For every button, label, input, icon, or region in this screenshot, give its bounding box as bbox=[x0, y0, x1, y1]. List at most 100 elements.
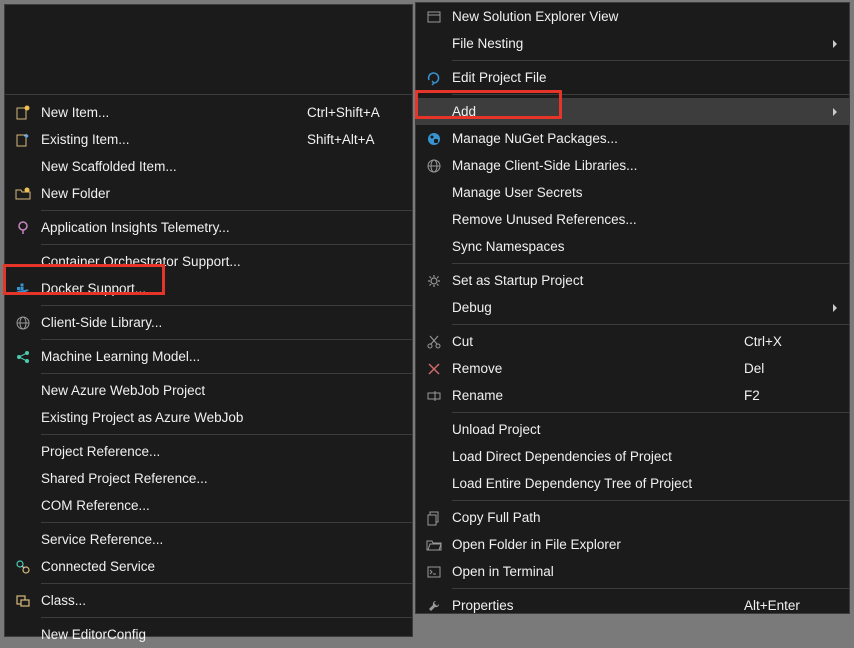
menu-item-new-item[interactable]: New Item...Ctrl+Shift+A bbox=[5, 99, 412, 126]
menu-item-com-ref[interactable]: COM Reference... bbox=[5, 492, 412, 519]
menu-item-docker-support[interactable]: Docker Support... bbox=[5, 275, 412, 302]
menu-item-label: Manage Client-Side Libraries... bbox=[452, 158, 744, 173]
menu-item-label: Client-Side Library... bbox=[41, 315, 307, 330]
menu-item-unload-project[interactable]: Unload Project bbox=[416, 416, 849, 443]
menu-item-add[interactable]: Add bbox=[416, 98, 849, 125]
menu-item-client-side-lib[interactable]: Client-Side Library... bbox=[5, 309, 412, 336]
menu-item-container-orch[interactable]: Container Orchestrator Support... bbox=[5, 248, 412, 275]
copy-icon bbox=[416, 510, 452, 526]
menu-item-connected-service[interactable]: Connected Service bbox=[5, 553, 412, 580]
menu-separator bbox=[41, 583, 412, 584]
menu-item-label: Existing Project as Azure WebJob bbox=[41, 410, 307, 425]
ml-icon bbox=[5, 349, 41, 365]
menu-item-remove-unused[interactable]: Remove Unused References... bbox=[416, 206, 849, 233]
globe-icon bbox=[416, 158, 452, 174]
menu-item-open-terminal[interactable]: Open in Terminal bbox=[416, 558, 849, 585]
menu-item-load-entire-deps[interactable]: Load Entire Dependency Tree of Project bbox=[416, 470, 849, 497]
menu-item-label: Remove Unused References... bbox=[452, 212, 744, 227]
menu-item-label: Manage User Secrets bbox=[452, 185, 744, 200]
menu-item-app-insights[interactable]: Application Insights Telemetry... bbox=[5, 214, 412, 241]
menu-item-label: New EditorConfig bbox=[41, 627, 307, 642]
menu-item-open-folder[interactable]: Open Folder in File Explorer bbox=[416, 531, 849, 558]
menu-separator bbox=[41, 434, 412, 435]
menu-item-label: Edit Project File bbox=[452, 70, 744, 85]
menu-item-existing-azure-webjob[interactable]: Existing Project as Azure WebJob bbox=[5, 404, 412, 431]
menu-item-label: Copy Full Path bbox=[452, 510, 744, 525]
menu-item-label: Load Direct Dependencies of Project bbox=[452, 449, 744, 464]
menu-item-rename[interactable]: RenameF2 bbox=[416, 382, 849, 409]
menu-item-label: Machine Learning Model... bbox=[41, 349, 307, 364]
menu-item-label: Shared Project Reference... bbox=[41, 471, 307, 486]
submenu-arrow-icon bbox=[829, 303, 849, 313]
connected-icon bbox=[5, 559, 41, 575]
menu-item-set-startup[interactable]: Set as Startup Project bbox=[416, 267, 849, 294]
menu-item-shortcut: Del bbox=[744, 361, 849, 376]
menu-item-debug[interactable]: Debug bbox=[416, 294, 849, 321]
menu-item-cut[interactable]: CutCtrl+X bbox=[416, 328, 849, 355]
menu-item-label: Load Entire Dependency Tree of Project bbox=[452, 476, 744, 491]
class-icon bbox=[5, 593, 41, 609]
menu-item-load-direct-deps[interactable]: Load Direct Dependencies of Project bbox=[416, 443, 849, 470]
menu-item-label: Unload Project bbox=[452, 422, 744, 437]
remove-icon bbox=[416, 361, 452, 377]
docker-icon bbox=[5, 281, 41, 297]
menu-item-manage-user-secrets[interactable]: Manage User Secrets bbox=[416, 179, 849, 206]
wrench-icon bbox=[416, 598, 452, 614]
menu-item-shortcut: F2 bbox=[744, 388, 849, 403]
menu-item-label: Docker Support... bbox=[41, 281, 307, 296]
menu-item-properties[interactable]: PropertiesAlt+Enter bbox=[416, 592, 849, 619]
menu-item-manage-nuget[interactable]: Manage NuGet Packages... bbox=[416, 125, 849, 152]
existing-item-icon bbox=[5, 132, 41, 148]
menu-item-label: Manage NuGet Packages... bbox=[452, 131, 744, 146]
menu-item-label: Remove bbox=[452, 361, 744, 376]
menu-separator bbox=[452, 500, 849, 501]
menu-separator bbox=[452, 324, 849, 325]
menu-item-shortcut: Shift+Alt+A bbox=[307, 132, 412, 147]
menu-item-copy-full-path[interactable]: Copy Full Path bbox=[416, 504, 849, 531]
menu-separator bbox=[452, 94, 849, 95]
menu-separator bbox=[452, 60, 849, 61]
menu-item-sync-namespaces[interactable]: Sync Namespaces bbox=[416, 233, 849, 260]
menu-item-project-ref[interactable]: Project Reference... bbox=[5, 438, 412, 465]
menu-item-label: Project Reference... bbox=[41, 444, 307, 459]
menu-item-new-editorconfig[interactable]: New EditorConfig bbox=[5, 621, 412, 648]
menu-item-shared-project-ref[interactable]: Shared Project Reference... bbox=[5, 465, 412, 492]
menu-item-label: New Solution Explorer View bbox=[452, 9, 744, 24]
submenu-arrow-icon bbox=[829, 107, 849, 117]
menu-item-label: Rename bbox=[452, 388, 744, 403]
context-menu-panel: New Solution Explorer View File Nesting Ed… bbox=[415, 2, 850, 614]
menu-item-file-nesting[interactable]: File Nesting bbox=[416, 30, 849, 57]
menu-item-label: Sync Namespaces bbox=[452, 239, 744, 254]
menu-separator bbox=[41, 244, 412, 245]
menu-item-new-folder[interactable]: New Folder bbox=[5, 180, 412, 207]
menu-item-new-scaffolded[interactable]: New Scaffolded Item... bbox=[5, 153, 412, 180]
menu-item-service-ref[interactable]: Service Reference... bbox=[5, 526, 412, 553]
menu-item-manage-client-libs[interactable]: Manage Client-Side Libraries... bbox=[416, 152, 849, 179]
app-insights-icon bbox=[5, 220, 41, 236]
menu-separator bbox=[452, 588, 849, 589]
menu-item-new-azure-webjob[interactable]: New Azure WebJob Project bbox=[5, 377, 412, 404]
terminal-icon bbox=[416, 564, 452, 580]
menu-item-label: New Item... bbox=[41, 105, 307, 120]
menu-item-label: COM Reference... bbox=[41, 498, 307, 513]
menu-item-label: New Azure WebJob Project bbox=[41, 383, 307, 398]
menu-item-label: Connected Service bbox=[41, 559, 307, 574]
menu-item-shortcut: Ctrl+X bbox=[744, 334, 849, 349]
menu-item-class[interactable]: Class... bbox=[5, 587, 412, 614]
menu-separator bbox=[452, 412, 849, 413]
menu-item-new-solution-explorer[interactable]: New Solution Explorer View bbox=[416, 3, 849, 30]
globe-icon bbox=[5, 315, 41, 331]
menu-separator bbox=[41, 210, 412, 211]
rename-icon bbox=[416, 388, 452, 404]
menu-item-edit-project-file[interactable]: Edit Project File bbox=[416, 64, 849, 91]
blank-area bbox=[5, 5, 412, 95]
menu-item-shortcut: Alt+Enter bbox=[744, 598, 849, 613]
new-item-icon bbox=[5, 105, 41, 121]
window-icon bbox=[416, 9, 452, 25]
menu-item-remove[interactable]: RemoveDel bbox=[416, 355, 849, 382]
menu-item-existing-item[interactable]: Existing Item...Shift+Alt+A bbox=[5, 126, 412, 153]
cut-icon bbox=[416, 334, 452, 350]
menu-item-label: File Nesting bbox=[452, 36, 724, 51]
menu-item-ml-model[interactable]: Machine Learning Model... bbox=[5, 343, 412, 370]
menu-item-label: Open Folder in File Explorer bbox=[452, 537, 744, 552]
